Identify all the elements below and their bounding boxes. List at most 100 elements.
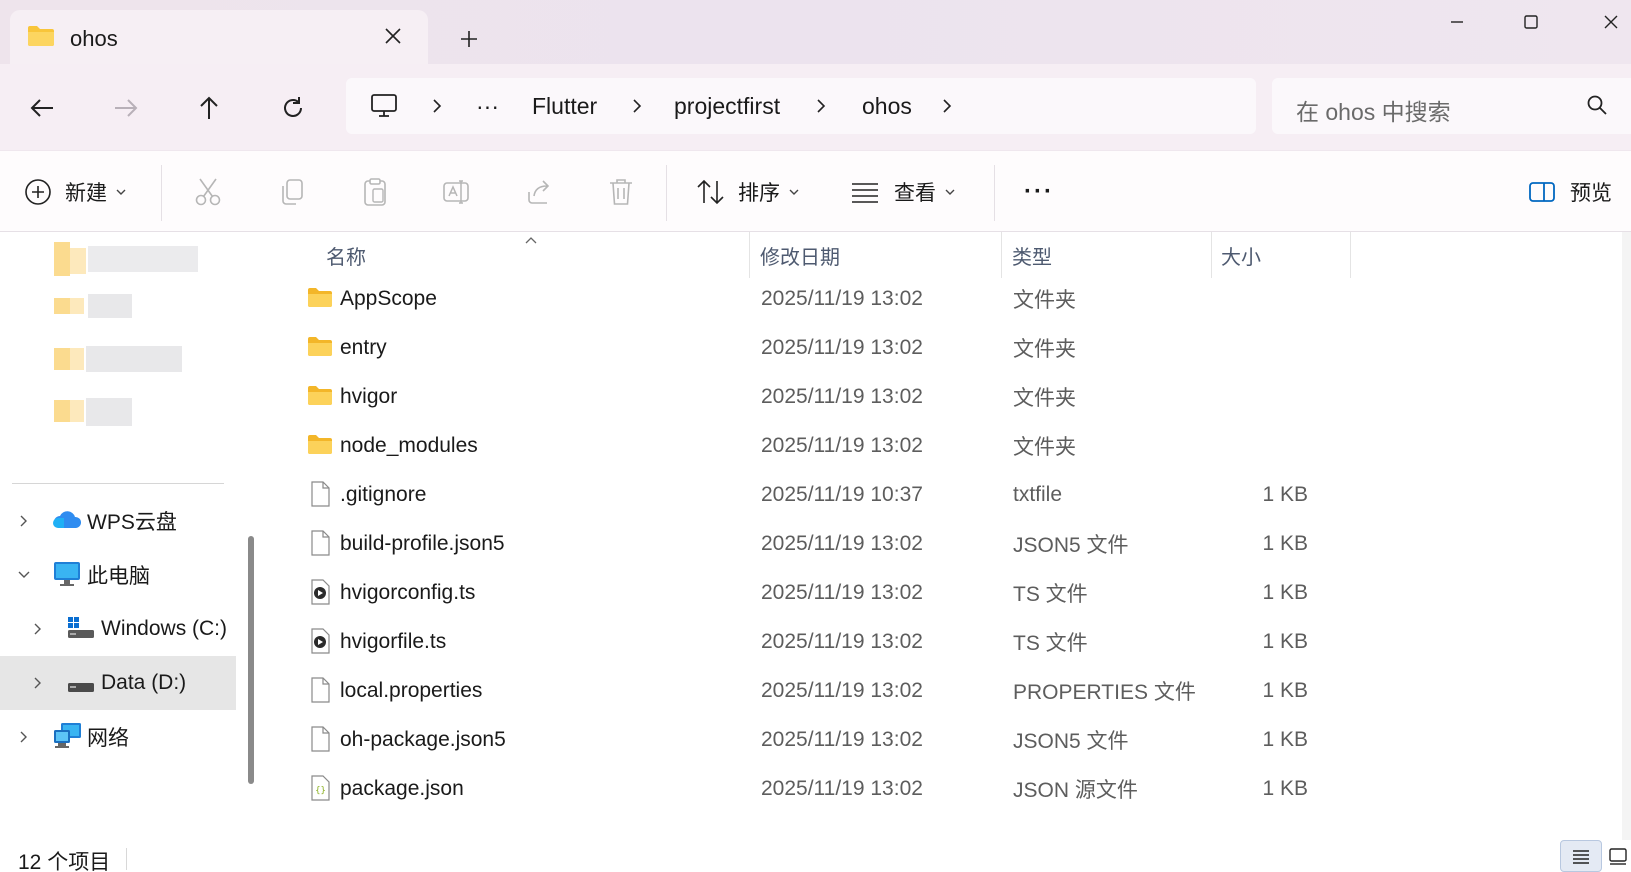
sidebar-item-network[interactable]: 网络 [0, 710, 236, 764]
file-date: 2025/11/19 13:02 [761, 727, 923, 751]
file-name: node_modules [340, 433, 478, 457]
item-count: 12 个项目 [18, 851, 111, 872]
file-row[interactable]: local.properties 2025/11/19 13:02 PROPERTI… [272, 666, 1631, 715]
up-button[interactable] [191, 90, 227, 126]
paste-button[interactable] [361, 151, 389, 233]
column-header-type[interactable]: 类型 [1012, 232, 1052, 278]
file-name: oh-package.json5 [340, 727, 506, 751]
quick-access-item[interactable] [52, 342, 188, 378]
file-date: 2025/11/19 13:02 [761, 335, 923, 359]
chevron-right-icon[interactable] [16, 729, 32, 745]
folder-icon [307, 335, 333, 361]
maximize-button[interactable] [1507, 6, 1555, 38]
chevron-right-icon[interactable] [432, 78, 442, 134]
trash-icon [610, 179, 632, 205]
file-row[interactable]: hvigorfile.ts 2025/11/19 13:02 TS 文件 1 KB [272, 617, 1631, 666]
cut-button[interactable] [194, 151, 222, 233]
arrow-up-icon [200, 96, 218, 119]
column-divider[interactable] [1350, 232, 1351, 278]
network-icon [53, 722, 83, 756]
navigation-bar: ··· Flutter projectfirst ohos 在 ohos 中搜索 [0, 64, 1631, 150]
file-size: 1 KB [1262, 482, 1308, 506]
chevron-down-icon[interactable] [16, 567, 32, 583]
close-tab-icon[interactable] [380, 23, 406, 49]
file-row[interactable]: build-profile.json5 2025/11/19 13:02 JSON5… [272, 519, 1631, 568]
column-header-size[interactable]: 大小 [1221, 232, 1261, 278]
file-row[interactable]: AppScope 2025/11/19 13:02 文件夹 [272, 274, 1631, 323]
address-bar[interactable]: ··· Flutter projectfirst ohos [346, 78, 1256, 134]
search-input[interactable]: 在 ohos 中搜索 [1272, 78, 1631, 134]
chevron-down-icon [945, 189, 955, 195]
copy-button[interactable] [278, 151, 306, 233]
breadcrumb-ohos[interactable]: ohos [862, 78, 912, 134]
file-row[interactable]: entry 2025/11/19 13:02 文件夹 [272, 323, 1631, 372]
search-icon[interactable] [1586, 94, 1608, 121]
tiles-view-button[interactable] [1604, 840, 1631, 872]
sort-button[interactable]: 排序 [696, 151, 800, 233]
file-row[interactable]: {} package.json 2025/11/19 13:02 JSON 源文件 1 … [272, 764, 1631, 813]
status-bar: 12 个项目 [0, 840, 1631, 872]
sidebar-item-drive-c[interactable]: Windows (C:) [0, 602, 236, 656]
file-list-scrollbar[interactable] [1622, 232, 1631, 840]
file-row[interactable]: hvigor 2025/11/19 13:02 文件夹 [272, 372, 1631, 421]
preview-button[interactable]: 预览 [1528, 151, 1612, 233]
sidebar-scrollbar[interactable] [248, 536, 254, 784]
folder-icon [307, 286, 333, 312]
file-list: 名称 修改日期 类型 大小 AppScope 2025/11/19 13:02 文件… [272, 232, 1631, 840]
column-header-date[interactable]: 修改日期 [760, 232, 840, 278]
view-button[interactable]: 查看 [850, 151, 956, 233]
breadcrumb-flutter[interactable]: Flutter [532, 78, 597, 134]
quick-access-item[interactable] [52, 238, 202, 282]
file-name: hvigorconfig.ts [340, 580, 476, 604]
preview-pane-icon [1529, 182, 1555, 202]
file-row[interactable]: node_modules 2025/11/19 13:02 文件夹 [272, 421, 1631, 470]
tiles-view-icon [1608, 848, 1627, 865]
sidebar-item-drive-d[interactable]: Data (D:) [0, 656, 236, 710]
share-button[interactable] [525, 151, 555, 233]
details-view-button[interactable] [1560, 840, 1602, 872]
new-tab-button[interactable] [455, 25, 483, 53]
chevron-right-icon[interactable] [30, 621, 46, 637]
cloud-icon [52, 508, 82, 536]
file-row[interactable]: oh-package.json5 2025/11/19 13:02 JSON5 文件… [272, 715, 1631, 764]
forward-button[interactable] [108, 90, 144, 126]
sidebar-item-this-pc[interactable]: 此电脑 [0, 548, 236, 602]
file-date: 2025/11/19 13:02 [761, 580, 923, 604]
chevron-right-icon[interactable] [816, 78, 826, 134]
breadcrumb-projectfirst[interactable]: projectfirst [674, 78, 780, 134]
column-divider[interactable] [1211, 232, 1212, 278]
column-divider[interactable] [1001, 232, 1002, 278]
file-type: 文件夹 [1013, 288, 1076, 312]
sidebar-item-label: Data (D:) [101, 671, 187, 694]
details-view-icon [1573, 850, 1589, 864]
close-window-button[interactable] [1587, 6, 1631, 38]
column-divider[interactable] [749, 232, 750, 278]
tab-ohos[interactable]: ohos [10, 10, 428, 64]
minimize-button[interactable] [1433, 6, 1481, 38]
file-date: 2025/11/19 10:37 [761, 482, 923, 506]
file-type: TS 文件 [1013, 582, 1088, 606]
file-type: JSON5 文件 [1013, 729, 1129, 753]
back-button[interactable] [24, 90, 60, 126]
folder-icon [27, 24, 55, 53]
refresh-button[interactable] [275, 90, 311, 126]
chevron-right-icon[interactable] [632, 78, 642, 134]
file-row[interactable]: hvigorconfig.ts 2025/11/19 13:02 TS 文件 1 KB [272, 568, 1631, 617]
chevron-right-icon[interactable] [16, 513, 32, 529]
sidebar-item-wps[interactable]: WPS云盘 [0, 494, 236, 548]
chevron-right-icon[interactable] [942, 78, 952, 134]
quick-access-item[interactable] [52, 290, 142, 326]
file-name: .gitignore [340, 482, 427, 506]
computer-icon[interactable] [370, 78, 398, 134]
file-row[interactable]: .gitignore 2025/11/19 10:37 txtfile 1 KB [272, 470, 1631, 519]
delete-button[interactable] [608, 151, 634, 233]
rename-button[interactable] [442, 151, 472, 233]
chevron-right-icon[interactable] [30, 675, 46, 691]
breadcrumb-more[interactable]: ··· [476, 78, 499, 134]
file-size [1222, 274, 1308, 323]
column-header-name[interactable]: 名称 [326, 232, 366, 278]
quick-access-item[interactable] [52, 396, 142, 432]
title-bar: ohos [0, 0, 1631, 64]
more-options-button[interactable]: ··· [1024, 151, 1054, 233]
new-button[interactable]: 新建 [24, 151, 127, 233]
